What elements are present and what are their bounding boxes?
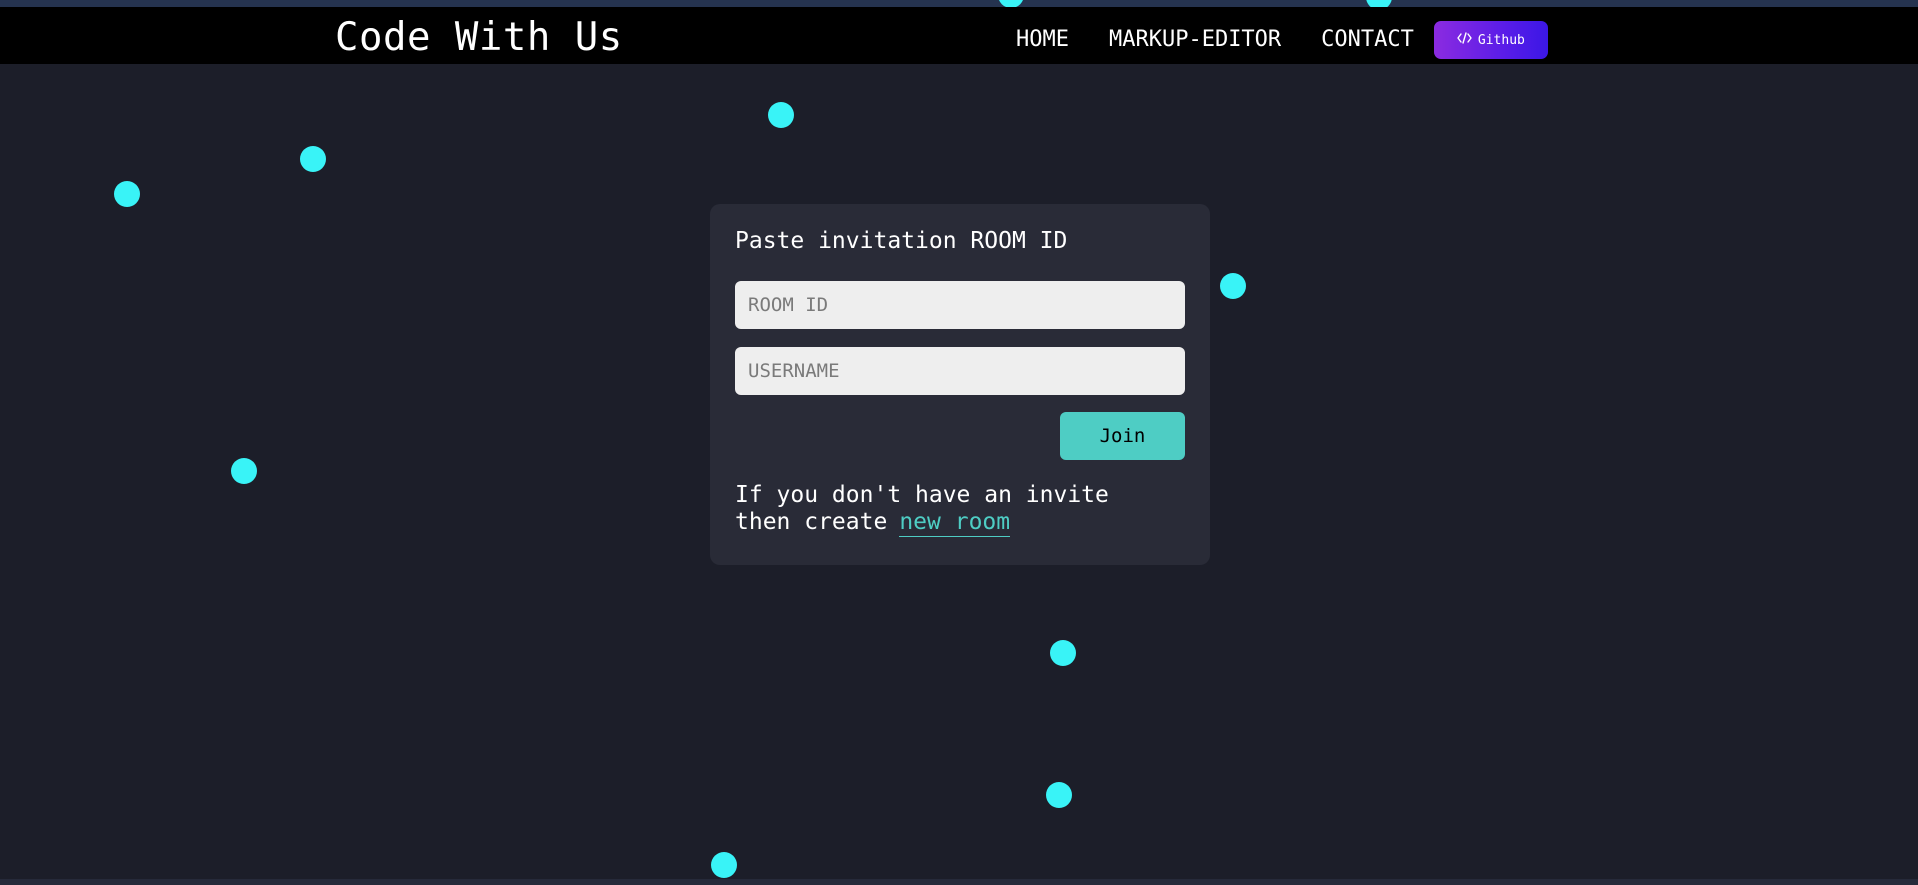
room-id-input[interactable] xyxy=(735,281,1185,329)
nav-link-markup-editor[interactable]: MARKUP-EDITOR xyxy=(1109,25,1281,55)
brand-title[interactable]: Code With Us xyxy=(335,13,623,63)
github-button[interactable]: Github xyxy=(1433,21,1548,59)
nav-link-home[interactable]: HOME xyxy=(1016,25,1069,55)
nav-link-contact[interactable]: CONTACT xyxy=(1321,25,1414,55)
top-strip xyxy=(0,0,1918,7)
particle-dot xyxy=(114,181,140,207)
particle-dot xyxy=(1220,273,1246,299)
page: Code With Us HOME MARKUP-EDITOR CONTACT … xyxy=(0,0,1918,885)
invite-info: If you don't have an invite then create n… xyxy=(735,482,1175,537)
username-input[interactable] xyxy=(735,347,1185,395)
new-room-link[interactable]: new room xyxy=(899,509,1011,537)
nav-links: HOME MARKUP-EDITOR CONTACT Github xyxy=(1016,21,1548,59)
github-button-label: Github xyxy=(1477,32,1525,48)
particle-dot xyxy=(300,146,326,172)
particle-dot xyxy=(768,102,794,128)
card-title: Paste invitation ROOM ID xyxy=(735,228,1068,254)
code-icon xyxy=(1457,32,1472,48)
particle-dot xyxy=(231,458,257,484)
particle-dot xyxy=(1046,782,1072,808)
particle-dot xyxy=(711,852,737,878)
navbar: Code With Us HOME MARKUP-EDITOR CONTACT … xyxy=(0,7,1918,64)
join-button[interactable]: Join xyxy=(1060,412,1185,460)
bottom-strip xyxy=(0,879,1918,885)
join-room-card: Paste invitation ROOM ID Join If you don… xyxy=(710,204,1210,565)
particle-dot xyxy=(1050,640,1076,666)
